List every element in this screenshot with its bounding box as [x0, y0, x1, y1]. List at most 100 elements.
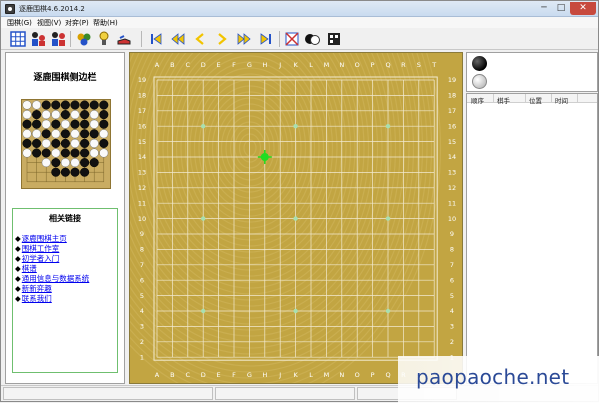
right-panel: 顺序 棋手 位置 时间 [466, 52, 598, 384]
move-list[interactable]: 顺序 棋手 位置 时间 [466, 93, 598, 384]
thumb-black-stone [32, 138, 42, 148]
menu-go[interactable]: 围棋(G) [7, 18, 32, 28]
menu-help[interactable]: 帮助(H) [93, 18, 118, 28]
row-label: 9 [140, 230, 144, 238]
thumb-black-stone [60, 167, 70, 177]
board-canvas[interactable]: AA19 19BB18 18CC17 17DD16 16EE15 15FF14 14GG13… [130, 53, 463, 384]
analyze-icon[interactable] [75, 30, 93, 48]
wood-grain [144, 53, 356, 289]
column-label: B [170, 371, 174, 379]
thumb-white-stone [22, 100, 32, 110]
thumb-black-stone [80, 110, 90, 120]
row-label: 2 [140, 338, 144, 346]
row-label: 15 [138, 138, 146, 146]
thumb-white-stone [60, 119, 70, 129]
player-vs-player-icon[interactable] [29, 30, 47, 48]
wood-grain [211, 97, 289, 199]
thumb-black-stone [22, 119, 32, 129]
thumb-black-stone [60, 148, 70, 158]
thumb-black-stone [22, 138, 32, 148]
thumb-white-stone [89, 148, 99, 158]
row-label: 13 [448, 169, 456, 177]
board-thumbnail [21, 99, 111, 189]
star-point [385, 308, 391, 314]
column-label: A [155, 61, 160, 69]
go-board[interactable]: A A 19 19 B B 18 18 C C 17 17 D D 16 16 E E 15 15 F F 14 14 G G 13… [129, 52, 463, 384]
column-label: P [371, 61, 375, 69]
row-label: 10 [448, 215, 456, 223]
player-vs-computer-icon[interactable] [49, 30, 67, 48]
row-label: 6 [450, 276, 454, 284]
wood-grain [184, 61, 316, 235]
thumb-white-stone [22, 148, 32, 158]
hint-icon[interactable] [95, 30, 113, 48]
wood-grain [229, 121, 271, 175]
back-icon[interactable] [191, 30, 209, 48]
close-button[interactable]: ✕ [570, 2, 596, 15]
thumb-white-stone [89, 119, 99, 129]
thumb-black-stone [80, 167, 90, 177]
row-label: 11 [448, 199, 456, 207]
star-point [201, 308, 206, 314]
thumb-white-stone [70, 158, 80, 168]
column-time[interactable]: 时间 [555, 95, 568, 105]
watermark-text: paopaoche.net [416, 365, 570, 389]
column-label: F [232, 371, 236, 379]
menu-view[interactable]: 视图(V) [37, 18, 61, 28]
column-label: F [232, 61, 236, 69]
column-label: E [217, 371, 221, 379]
thumb-white-stone [22, 129, 32, 139]
thumb-white-stone [41, 158, 51, 168]
toolbar-separator [279, 31, 280, 47]
black-stone-icon [472, 56, 487, 71]
toolbar-separator [70, 31, 71, 47]
column-position[interactable]: 位置 [529, 95, 542, 105]
thumb-white-stone [51, 110, 61, 120]
first-move-icon[interactable] [147, 30, 165, 48]
maximize-button[interactable]: □ [553, 2, 569, 15]
forward-fast-icon[interactable] [235, 30, 253, 48]
shoe-icon[interactable] [115, 30, 133, 48]
column-player[interactable]: 棋手 [497, 95, 510, 105]
thumb-black-stone [99, 138, 109, 148]
thumb-black-stone [60, 138, 70, 148]
column-label: N [339, 371, 344, 379]
stones-icon[interactable] [303, 30, 321, 48]
puzzle-icon[interactable] [325, 30, 343, 48]
thumb-black-stone [70, 167, 80, 177]
thumb-black-stone [32, 148, 42, 158]
minimize-button[interactable]: ─ [536, 2, 552, 15]
row-label: 7 [140, 261, 144, 269]
board-grid-icon[interactable] [9, 30, 27, 48]
status-cell [215, 387, 355, 400]
row-label: 4 [140, 307, 144, 315]
thumb-black-stone [32, 110, 42, 120]
thumb-black-stone [80, 148, 90, 158]
thumb-black-stone [70, 100, 80, 110]
last-move-icon[interactable] [257, 30, 275, 48]
thumb-white-stone [70, 138, 80, 148]
star-point [293, 216, 298, 221]
wood-grain [193, 73, 307, 223]
toolbar [1, 28, 598, 50]
network-icon[interactable] [283, 30, 301, 48]
column-label: C [186, 371, 191, 379]
thumb-black-stone [60, 129, 70, 139]
row-label: 11 [138, 199, 146, 207]
thumbnail-board [22, 100, 109, 183]
menu-play[interactable]: 对弈(P) [65, 18, 89, 28]
move-list-header: 顺序 棋手 位置 时间 [467, 94, 597, 105]
row-label: 6 [140, 276, 144, 284]
column-label: G [247, 371, 252, 379]
column-order[interactable]: 顺序 [471, 95, 484, 105]
link-contact[interactable]: ◆联系我们 [15, 293, 52, 304]
thumb-black-stone [70, 148, 80, 158]
back-fast-icon[interactable] [169, 30, 187, 48]
title-bar: 逐鹿围棋4.6.2014.2 ─ □ ✕ [1, 1, 598, 17]
row-label: 4 [450, 307, 454, 315]
forward-icon[interactable] [213, 30, 231, 48]
row-label: 18 [448, 92, 456, 100]
white-stone-icon [472, 74, 487, 89]
thumb-white-stone [41, 138, 51, 148]
window-title: 逐鹿围棋4.6.2014.2 [19, 5, 85, 13]
